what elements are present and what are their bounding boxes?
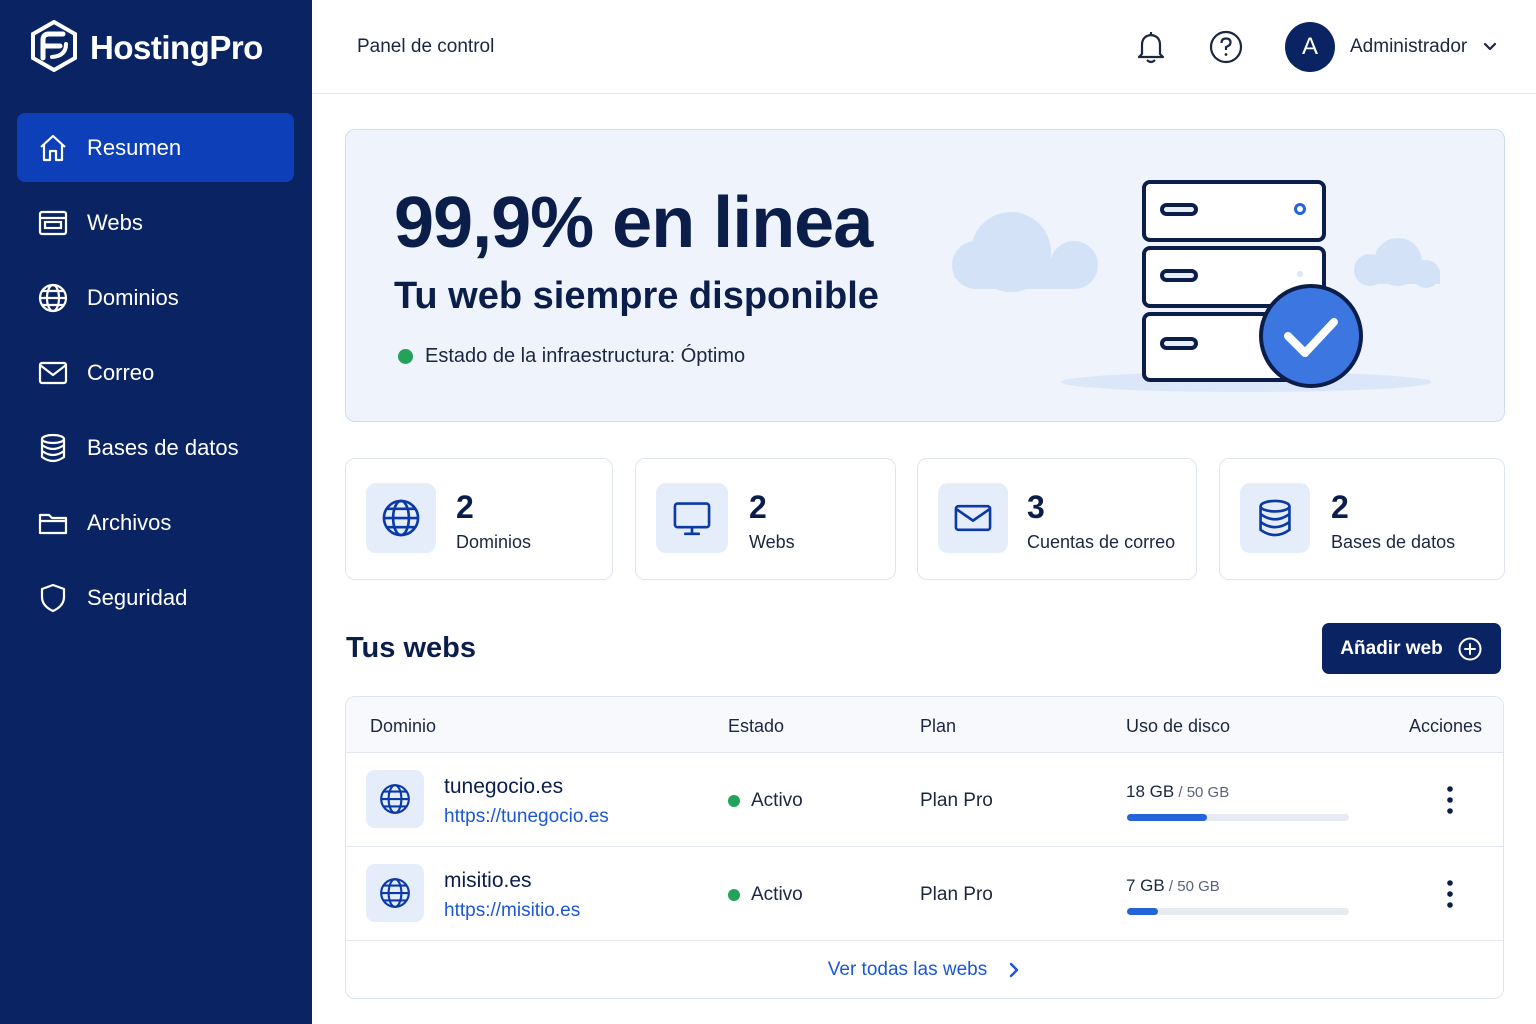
disk-usage-text: 18 GB / 50 GB	[1126, 782, 1229, 802]
stat-card-correo[interactable]: 3 Cuentas de correo	[917, 458, 1197, 580]
notifications-bell-icon[interactable]	[1134, 29, 1168, 70]
status-text: Activo	[751, 884, 803, 905]
sidebar-item-label: Correo	[87, 359, 155, 385]
status-badge: Activo	[728, 790, 803, 812]
disk-used: 18 GB	[1126, 782, 1175, 801]
sidebar-item-webs[interactable]: Webs	[17, 188, 294, 257]
user-menu-name[interactable]: Administrador	[1350, 36, 1467, 58]
sidebar-item-resumen[interactable]: Resumen	[17, 113, 294, 182]
sites-table: Dominio Estado Plan Uso de disco Accione…	[345, 696, 1504, 999]
brand-name: HostingPro	[90, 29, 263, 66]
view-all-webs-link[interactable]: Ver todas las webs	[346, 941, 1503, 998]
sidebar-item-label: Webs	[87, 209, 143, 235]
stat-value: 3	[1027, 489, 1045, 525]
globe-icon	[366, 770, 424, 828]
home-icon	[40, 134, 66, 161]
infrastructure-status: Estado de la infraestructura: Óptimo	[398, 345, 745, 368]
server-illustration-icon	[952, 180, 1440, 392]
chevron-down-icon[interactable]	[1482, 40, 1498, 59]
disk-usage-bar	[1127, 814, 1349, 821]
mail-icon	[38, 361, 68, 384]
page-title: Panel de control	[357, 36, 495, 57]
sidebar: HostingPro Resumen Webs Dominios Correo …	[0, 0, 312, 1024]
table-row: tunegocio.es https://tunegocio.es Activo…	[346, 753, 1503, 847]
status-dot-icon	[728, 795, 740, 807]
plus-circle-icon	[1458, 637, 1482, 660]
browser-window-icon	[38, 210, 68, 235]
disk-usage-fill	[1127, 908, 1159, 915]
stat-card-webs[interactable]: 2 Webs	[635, 458, 896, 580]
shield-icon	[40, 583, 66, 612]
table-row: misitio.es https://misitio.es Activo Pla…	[346, 847, 1503, 941]
status-badge: Activo	[728, 884, 803, 906]
disk-total: / 50 GB	[1174, 784, 1230, 801]
column-header-estado: Estado	[728, 716, 785, 736]
add-web-label: Añadir web	[1340, 637, 1443, 659]
globe-icon	[366, 483, 436, 553]
avatar[interactable]: A	[1285, 22, 1335, 72]
sidebar-item-correo[interactable]: Correo	[17, 338, 294, 407]
brand[interactable]: HostingPro	[30, 19, 263, 77]
globe-icon	[38, 283, 68, 312]
stat-label: Dominios	[456, 532, 532, 552]
site-domain: tunegocio.es	[444, 775, 564, 798]
disk-usage-bar	[1127, 908, 1349, 915]
folder-icon	[38, 513, 68, 534]
site-plan: Plan Pro	[920, 884, 993, 905]
sidebar-item-label: Archivos	[87, 509, 172, 535]
chevron-right-icon	[1010, 962, 1019, 978]
table-header: Dominio Estado Plan Uso de disco Accione…	[346, 697, 1503, 753]
sidebar-item-dominios[interactable]: Dominios	[17, 263, 294, 332]
stat-card-bases-de-datos[interactable]: 2 Bases de datos	[1219, 458, 1505, 580]
sidebar-item-seguridad[interactable]: Seguridad	[17, 563, 294, 632]
column-header-plan: Plan	[920, 716, 957, 736]
sidebar-item-label: Bases de datos	[87, 434, 239, 460]
uptime-hero: 99,9% en linea Tu web siempre disponible…	[345, 129, 1505, 422]
top-header: Panel de control A Administrador	[312, 0, 1536, 94]
sidebar-item-label: Resumen	[87, 134, 182, 160]
view-all-label: Ver todas las webs	[827, 959, 988, 980]
column-header-dominio: Dominio	[370, 716, 437, 736]
column-header-acciones: Acciones	[1409, 716, 1483, 736]
hostingpro-logo-icon	[30, 19, 78, 77]
stat-label: Bases de datos	[1331, 532, 1456, 552]
stat-value: 2	[749, 489, 767, 525]
stat-label: Cuentas de correo	[1027, 532, 1176, 552]
disk-used: 7 GB	[1126, 876, 1165, 895]
site-url-link[interactable]: https://misitio.es	[444, 900, 580, 922]
mail-icon	[938, 483, 1008, 553]
uptime-headline: 99,9% en linea	[394, 183, 873, 263]
disk-usage-text: 7 GB / 50 GB	[1126, 876, 1220, 896]
stat-card-dominios[interactable]: 2 Dominios	[345, 458, 613, 580]
sidebar-item-bases-de-datos[interactable]: Bases de datos	[17, 413, 294, 482]
sidebar-nav: Resumen Webs Dominios Correo Bases de da…	[17, 113, 294, 638]
column-header-uso-de-disco: Uso de disco	[1126, 716, 1231, 736]
sidebar-item-label: Dominios	[87, 284, 179, 310]
add-web-button[interactable]: Añadir web	[1322, 623, 1501, 674]
infrastructure-status-text: Estado de la infraestructura: Óptimo	[425, 345, 746, 367]
disk-total: / 50 GB	[1164, 878, 1220, 895]
database-icon	[40, 433, 66, 462]
site-url-link[interactable]: https://tunegocio.es	[444, 806, 609, 828]
help-icon[interactable]	[1208, 29, 1244, 70]
stat-value: 2	[1331, 489, 1349, 525]
stat-label: Webs	[749, 532, 795, 552]
more-actions-icon[interactable]	[1436, 879, 1464, 914]
sidebar-item-label: Seguridad	[87, 584, 188, 610]
status-text: Activo	[751, 790, 803, 811]
more-actions-icon[interactable]	[1436, 785, 1464, 820]
site-plan: Plan Pro	[920, 790, 993, 811]
database-icon	[1240, 483, 1310, 553]
globe-icon	[366, 864, 424, 922]
monitor-icon	[656, 483, 728, 553]
sidebar-item-archivos[interactable]: Archivos	[17, 488, 294, 557]
uptime-subtitle: Tu web siempre disponible	[394, 275, 879, 317]
status-dot-icon	[728, 889, 740, 901]
disk-usage-fill	[1127, 814, 1207, 821]
status-dot-icon	[398, 349, 413, 364]
stat-value: 2	[456, 489, 474, 525]
site-domain: misitio.es	[444, 869, 532, 892]
section-title: Tus webs	[346, 632, 476, 664]
